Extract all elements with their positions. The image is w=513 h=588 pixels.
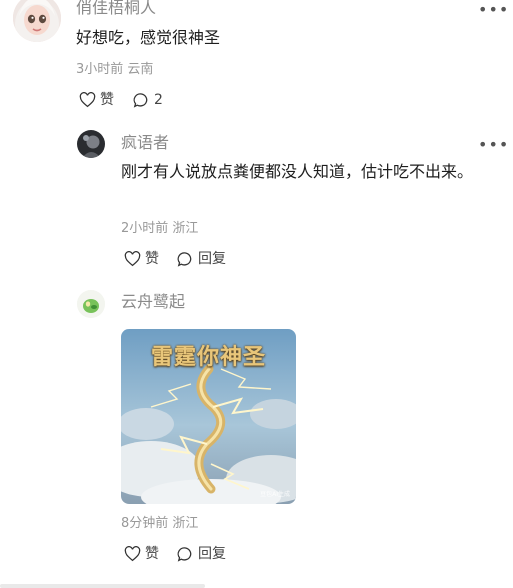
avatar-commenter[interactable]: [13, 0, 61, 42]
reply-count: 2: [154, 92, 163, 108]
reply-2-like-label: 赞: [145, 546, 159, 562]
reply-2-user-name[interactable]: 云舟鹭起: [121, 292, 185, 312]
reply-2-reply-button[interactable]: 回复: [177, 545, 226, 563]
more-dots-icon[interactable]: •••: [478, 2, 509, 18]
heart-icon: [79, 92, 96, 108]
avatar-green-emoji-image: [77, 290, 105, 318]
image-watermark: 豆包AI生成: [260, 491, 290, 498]
reply-1-reply-button[interactable]: 回复: [177, 250, 226, 268]
image-caption: 雷霆你神圣: [150, 344, 266, 370]
heart-icon: [124, 546, 141, 562]
reply-count-button[interactable]: 2: [133, 91, 163, 109]
comment-bubble-icon: [177, 547, 192, 562]
reply-1-more-dots-icon[interactable]: •••: [478, 137, 509, 153]
reply-1-user-name[interactable]: 疯语者: [121, 133, 169, 153]
reply-2-like-button[interactable]: 赞: [124, 545, 159, 563]
reply-1-reply-label: 回复: [198, 251, 226, 267]
reply-1-text: 刚才有人说放点粪便都没人知道，估计吃不出来。: [121, 162, 474, 181]
like-label: 赞: [100, 92, 114, 108]
avatar-reply-1[interactable]: [77, 130, 105, 158]
reply-2-meta: 8分钟前 浙江: [121, 516, 199, 531]
commenter-name[interactable]: 俏佳梧桐人: [76, 0, 156, 18]
avatar-reply-2[interactable]: [77, 290, 105, 318]
comment-bubble-icon: [133, 93, 148, 108]
heart-icon: [124, 251, 141, 267]
avatar-dark-image: [77, 130, 105, 158]
like-button[interactable]: 赞: [79, 91, 114, 109]
lightning-meme-image[interactable]: 雷霆你神圣 豆包AI生成: [121, 329, 296, 504]
comment-text: 好想吃，感觉很神圣: [76, 28, 221, 47]
comment-bubble-icon: [177, 252, 192, 267]
reply-2-reply-label: 回复: [198, 546, 226, 562]
reply-1-like-button[interactable]: 赞: [124, 250, 159, 268]
bottom-divider: [0, 584, 205, 588]
reply-1-meta: 2小时前 浙江: [121, 221, 199, 236]
avatar-girl-image: [13, 0, 61, 42]
reply-1-like-label: 赞: [145, 251, 159, 267]
comment-meta: 3小时前 云南: [76, 62, 154, 77]
